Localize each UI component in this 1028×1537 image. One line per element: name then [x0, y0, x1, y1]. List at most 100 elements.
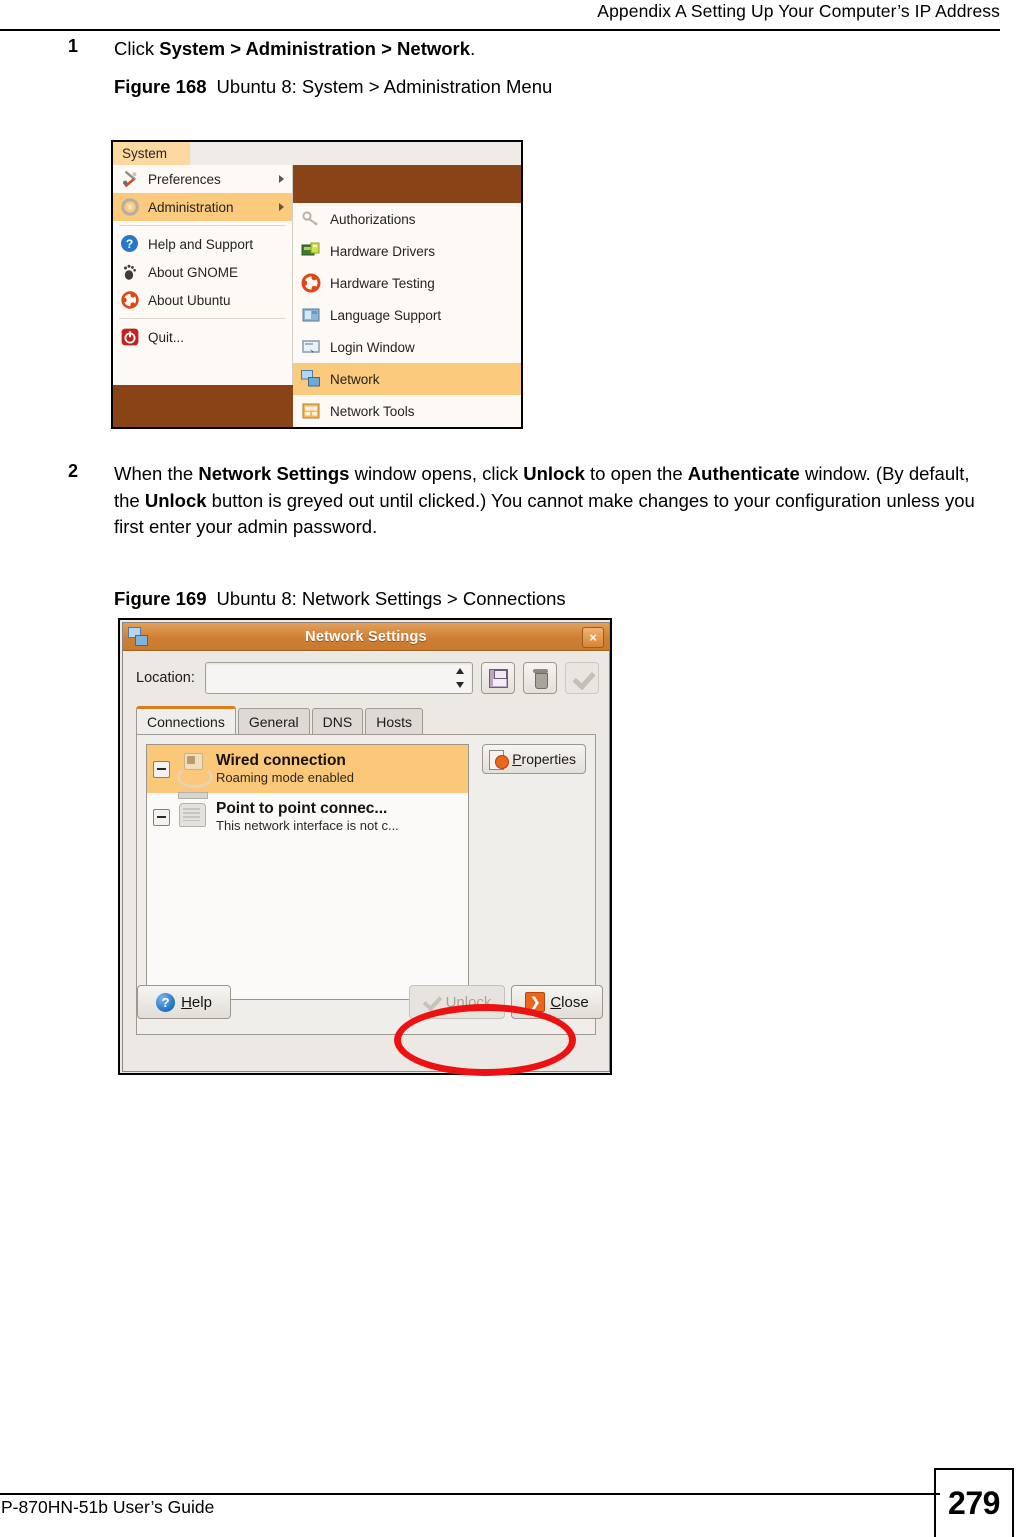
- step-1-part-2: .: [470, 38, 476, 59]
- connection-subtitle: This network interface is not c...: [216, 818, 399, 833]
- help-accel: H: [181, 993, 192, 1011]
- connections-list[interactable]: Wired connection Roaming mode enabled Po…: [146, 744, 469, 1000]
- wrench-screwdriver-icon: [121, 170, 139, 188]
- gnome-menubar: System: [113, 142, 521, 165]
- submenu-item-hardware-drivers[interactable]: Hardware Drivers: [293, 235, 521, 267]
- trash-icon: [532, 669, 549, 689]
- figure-169-title: Ubuntu 8: Network Settings > Connections: [216, 588, 566, 609]
- network-icon: [301, 369, 321, 389]
- dialog-footer: ? Help Unlock ❯ Close: [123, 973, 609, 1035]
- network-tools-icon: [301, 401, 321, 421]
- tab-connections[interactable]: Connections: [136, 706, 236, 734]
- tab-hosts[interactable]: Hosts: [365, 708, 423, 734]
- menu-item-about-ubuntu[interactable]: About Ubuntu: [113, 286, 292, 314]
- menubar-system-item[interactable]: System: [113, 142, 190, 165]
- window-titlebar[interactable]: Network Settings ×: [123, 623, 609, 651]
- keys-icon: [301, 209, 321, 229]
- properties-button-label: Properties: [512, 751, 576, 767]
- page-header: Appendix A Setting Up Your Computer’s IP…: [0, 0, 1028, 36]
- delete-location-button[interactable]: [523, 662, 557, 694]
- connection-subtitle: Roaming mode enabled: [216, 770, 355, 785]
- properties-button[interactable]: Properties: [482, 744, 586, 774]
- figure-168-title: Ubuntu 8: System > Administration Menu: [216, 76, 553, 97]
- figure-169-caption: Figure 169 Ubuntu 8: Network Settings > C…: [114, 586, 1028, 612]
- location-combobox[interactable]: [204, 662, 473, 694]
- unlock-button-label: Unlock: [445, 993, 492, 1011]
- menu-item-administration[interactable]: Administration: [113, 193, 292, 221]
- menu-item-preferences-label: Preferences: [148, 171, 221, 187]
- system-menu-panel: Preferences Administration ? Help and Su…: [113, 165, 293, 385]
- menu-item-about-ubuntu-label: About Ubuntu: [148, 292, 231, 308]
- submenu-item-language-support[interactable]: Language Support: [293, 299, 521, 331]
- expander-icon[interactable]: [153, 808, 170, 826]
- hardware-drivers-icon: [301, 241, 321, 261]
- close-icon[interactable]: ×: [582, 627, 604, 648]
- ubuntu-logo-icon: [301, 273, 321, 293]
- header-divider: [0, 29, 1000, 31]
- close-button-label: Close: [550, 993, 589, 1011]
- submenu-item-network-label: Network: [330, 371, 380, 387]
- desktop-background-bottom: [113, 385, 293, 427]
- menu-item-preferences[interactable]: Preferences: [113, 165, 292, 193]
- menu-item-quit[interactable]: Quit...: [113, 323, 292, 351]
- step-1: 1 Click System > Administration > Networ…: [0, 36, 1028, 74]
- step-2-number: 2: [68, 461, 79, 481]
- modem-icon: [176, 792, 210, 834]
- tab-general-label: General: [248, 713, 299, 730]
- location-row: Location:: [123, 651, 609, 702]
- help-button[interactable]: ? Help: [137, 985, 231, 1019]
- submenu-item-network-tools[interactable]: Network Tools: [293, 395, 521, 427]
- menu-item-about-gnome-label: About GNOME: [148, 264, 239, 280]
- close-button[interactable]: ❯ Close: [511, 985, 603, 1019]
- window-title: Network Settings: [305, 628, 427, 645]
- menu-item-quit-label: Quit...: [148, 329, 185, 345]
- expander-icon[interactable]: [153, 760, 170, 778]
- submenu-item-authorizations[interactable]: Authorizations: [293, 203, 521, 235]
- apply-location-button: [565, 662, 599, 694]
- unlock-accel: U: [445, 993, 457, 1011]
- tab-connections-label: Connections: [147, 713, 225, 730]
- figure-168-number: Figure 168: [114, 76, 207, 97]
- figure-169-image: Network Settings × Location: Connections…: [118, 618, 612, 1075]
- floppy-save-icon: [488, 668, 508, 688]
- gear-icon: [121, 198, 139, 216]
- footer-divider: [0, 1493, 940, 1495]
- properties-accel: P: [512, 751, 522, 767]
- desktop-background-top: [293, 165, 521, 203]
- tab-general[interactable]: General: [237, 708, 310, 734]
- chevron-right-icon: [279, 175, 284, 183]
- unlock-button[interactable]: Unlock: [409, 985, 505, 1019]
- spinner-icon[interactable]: [455, 667, 466, 689]
- step-1-part-1: System > Administration > Network: [159, 38, 471, 59]
- menu-separator: [119, 225, 286, 226]
- list-item[interactable]: Wired connection Roaming mode enabled: [147, 745, 468, 793]
- network-settings-window: Network Settings × Location: Connections…: [122, 622, 610, 1072]
- connection-title: Point to point connec...: [216, 800, 388, 817]
- menu-item-help-and-support[interactable]: ? Help and Support: [113, 230, 292, 258]
- list-item[interactable]: Point to point connec... This network in…: [147, 792, 468, 841]
- menu-item-about-gnome[interactable]: About GNOME: [113, 258, 292, 286]
- ubuntu-logo-icon: [121, 291, 139, 309]
- page-content: 1 Click System > Administration > Networ…: [0, 36, 1028, 104]
- check-icon: [572, 670, 593, 686]
- menubar-system-label: System: [122, 146, 168, 161]
- submenu-item-network[interactable]: Network: [293, 363, 521, 395]
- submenu-item-network-tools-label: Network Tools: [330, 403, 415, 419]
- figure-169-number: Figure 169: [114, 588, 207, 609]
- power-quit-icon: [121, 328, 139, 346]
- administration-submenu-panel: Authorizations Hardware Drivers Hardware…: [293, 203, 521, 427]
- footer-guide-title: P-870HN-51b User’s Guide: [1, 1497, 215, 1517]
- submenu-item-authorizations-label: Authorizations: [330, 211, 416, 227]
- tab-dns[interactable]: DNS: [311, 708, 364, 734]
- chevron-right-icon: [279, 203, 284, 211]
- gnome-foot-icon: [121, 263, 139, 281]
- help-question-icon: ?: [156, 992, 176, 1012]
- submenu-item-login-window[interactable]: Login Window: [293, 331, 521, 363]
- tab-bar: Connections General DNS Hosts: [136, 706, 609, 734]
- connection-title: Wired connection: [216, 752, 346, 769]
- submenu-item-hardware-drivers-label: Hardware Drivers: [330, 243, 436, 259]
- menu-separator: [119, 318, 286, 319]
- help-question-icon: ?: [121, 235, 139, 253]
- save-location-button[interactable]: [481, 662, 515, 694]
- submenu-item-hardware-testing[interactable]: Hardware Testing: [293, 267, 521, 299]
